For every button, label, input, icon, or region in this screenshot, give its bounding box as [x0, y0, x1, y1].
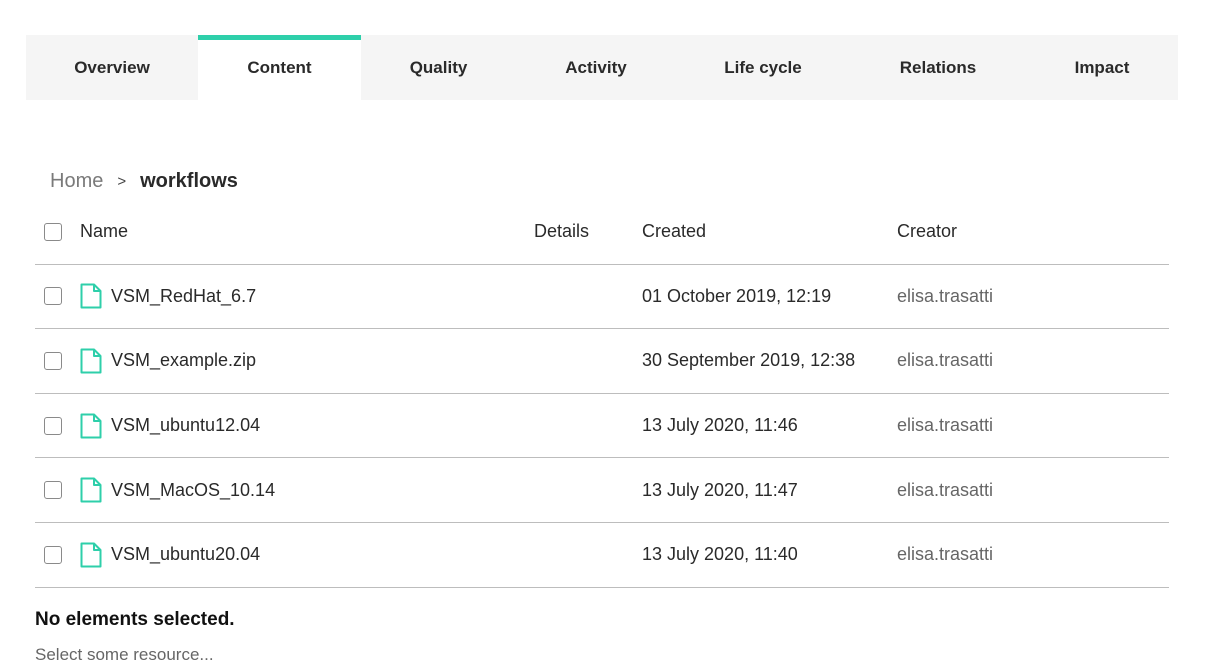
table-row[interactable]: VSM_MacOS_10.14 13 July 2020, 11:47 elisa.…: [35, 458, 1169, 523]
file-details: [534, 458, 634, 522]
breadcrumb: Home > workflows: [50, 168, 238, 194]
row-checkbox-cell: [44, 329, 64, 393]
file-icon: [80, 283, 102, 309]
row-checkbox[interactable]: [44, 351, 62, 370]
row-checkbox-cell: [44, 265, 64, 329]
table-header: Name Details Created Creator: [35, 200, 1169, 265]
file-name-link[interactable]: VSM_MacOS_10.14: [111, 480, 275, 501]
row-checkbox[interactable]: [44, 416, 62, 435]
row-checkbox[interactable]: [44, 481, 62, 500]
file-created: 30 September 2019, 12:38: [642, 350, 856, 371]
tab-impact[interactable]: Impact: [1026, 35, 1178, 100]
file-name-cell: VSM_MacOS_10.14: [80, 458, 520, 522]
column-header-details: Details: [534, 221, 590, 242]
tab-activity[interactable]: Activity: [516, 35, 676, 100]
file-creator: elisa.trasatti: [897, 544, 994, 565]
file-created: 01 October 2019, 12:19: [642, 285, 832, 306]
file-name-link[interactable]: VSM_RedHat_6.7: [111, 286, 256, 307]
column-header-name: Name: [80, 221, 129, 242]
file-table: Name Details Created Creator VSM_RedHat_…: [35, 200, 1169, 588]
file-name-cell: VSM_RedHat_6.7: [80, 265, 520, 329]
breadcrumb-home[interactable]: Home: [50, 170, 103, 193]
row-checkbox-cell: [44, 458, 64, 522]
file-created: 13 July 2020, 11:47: [642, 479, 798, 500]
tab-bar: Overview Content Quality Activity Life c…: [26, 35, 1178, 100]
tab-content[interactable]: Content: [198, 35, 361, 100]
select-all-cell: [44, 200, 64, 264]
selection-status: No elements selected.: [35, 609, 235, 630]
select-all-checkbox[interactable]: [44, 222, 62, 241]
file-icon: [80, 348, 102, 374]
breadcrumb-separator: >: [117, 172, 127, 190]
row-checkbox-cell: [44, 394, 64, 458]
table-row[interactable]: VSM_RedHat_6.7 01 October 2019, 12:19 elis…: [35, 265, 1169, 330]
selection-hint: Select some resource...: [35, 645, 214, 664]
column-header-created: Created: [642, 221, 707, 242]
tab-life-cycle[interactable]: Life cycle: [676, 35, 850, 100]
tab-overview[interactable]: Overview: [26, 35, 198, 100]
row-checkbox[interactable]: [44, 287, 62, 306]
file-details: [534, 329, 634, 393]
file-details: [534, 523, 634, 587]
file-name-link[interactable]: VSM_ubuntu20.04: [111, 544, 260, 565]
file-name-cell: VSM_example.zip: [80, 329, 520, 393]
file-creator: elisa.trasatti: [897, 350, 994, 371]
file-creator: elisa.trasatti: [897, 415, 994, 436]
column-header-creator: Creator: [897, 221, 958, 242]
table-row[interactable]: VSM_example.zip 30 September 2019, 12:38 e…: [35, 329, 1169, 394]
file-name-cell: VSM_ubuntu20.04: [80, 523, 520, 587]
file-name-link[interactable]: VSM_ubuntu12.04: [111, 415, 260, 436]
file-icon: [80, 413, 102, 439]
file-icon: [80, 477, 102, 503]
tab-relations[interactable]: Relations: [850, 35, 1026, 100]
file-creator: elisa.trasatti: [897, 285, 994, 306]
file-icon: [80, 542, 102, 568]
table-row[interactable]: VSM_ubuntu20.04 13 July 2020, 11:40 elisa.…: [35, 523, 1169, 588]
file-created: 13 July 2020, 11:46: [642, 415, 798, 436]
file-name-cell: VSM_ubuntu12.04: [80, 394, 520, 458]
file-details: [534, 394, 634, 458]
breadcrumb-current: workflows: [140, 169, 238, 192]
file-name-link[interactable]: VSM_example.zip: [111, 350, 256, 371]
file-details: [534, 265, 634, 329]
row-checkbox[interactable]: [44, 545, 62, 564]
file-created: 13 July 2020, 11:40: [642, 544, 798, 565]
table-row[interactable]: VSM_ubuntu12.04 13 July 2020, 11:46 elisa.…: [35, 394, 1169, 459]
row-checkbox-cell: [44, 523, 64, 587]
tab-quality[interactable]: Quality: [361, 35, 516, 100]
file-creator: elisa.trasatti: [897, 479, 994, 500]
